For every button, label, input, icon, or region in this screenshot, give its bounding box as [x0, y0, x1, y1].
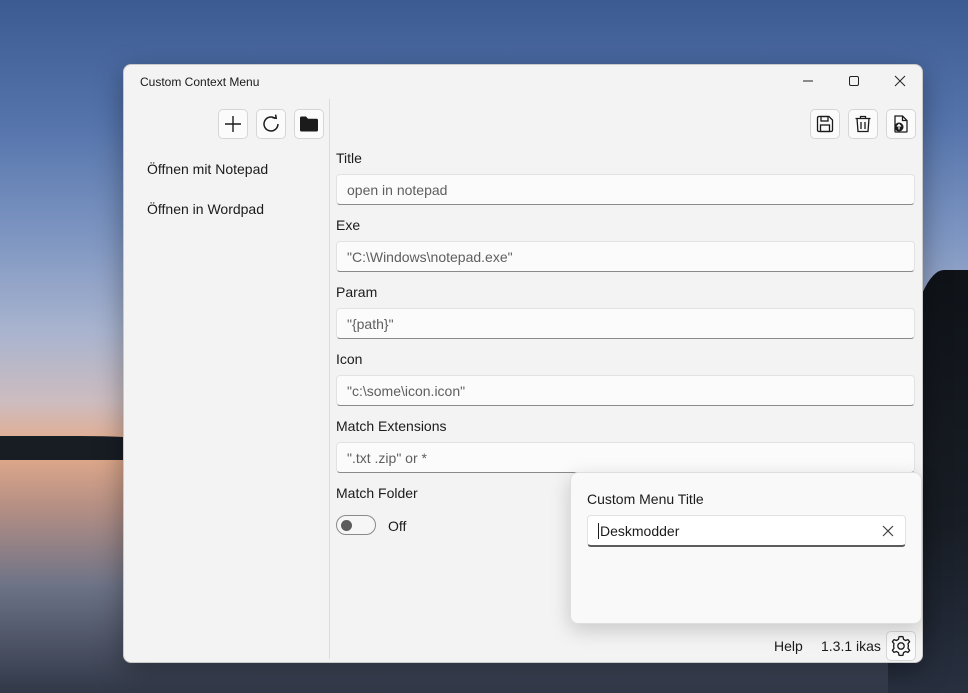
- title-input[interactable]: open in notepad: [336, 174, 915, 205]
- version-text: 1.3.1 ikas: [821, 638, 881, 654]
- param-input[interactable]: "{path}": [336, 308, 915, 339]
- toggle-knob: [341, 520, 352, 531]
- icon-input[interactable]: "c:\some\icon.icon": [336, 375, 915, 406]
- param-label: Param: [336, 284, 378, 300]
- clear-icon[interactable]: [881, 524, 895, 538]
- title-bar[interactable]: Custom Context Menu: [124, 65, 922, 99]
- export-button[interactable]: [886, 109, 916, 139]
- custom-menu-title-flyout: Custom Menu Title Deskmodder: [570, 472, 922, 624]
- refresh-icon: [263, 114, 279, 132]
- match-extensions-input[interactable]: ".txt .zip" or *: [336, 442, 915, 473]
- settings-button[interactable]: [886, 631, 916, 661]
- save-button[interactable]: [810, 109, 840, 139]
- custom-menu-title-label: Custom Menu Title: [587, 491, 704, 507]
- match-folder-toggle[interactable]: [336, 515, 376, 535]
- delete-icon: [855, 115, 871, 133]
- exe-label: Exe: [336, 217, 361, 233]
- match-folder-state: Off: [388, 518, 407, 534]
- minimize-icon: [803, 80, 813, 82]
- maximize-icon: [849, 76, 859, 86]
- icon-label: Icon: [336, 351, 363, 367]
- match-folder-label: Match Folder: [336, 485, 418, 501]
- settings-icon: [891, 635, 911, 657]
- save-icon: [816, 115, 834, 133]
- folder-icon: [300, 116, 318, 132]
- custom-menu-title-input[interactable]: Deskmodder: [587, 515, 906, 547]
- minimize-button[interactable]: [785, 65, 831, 97]
- close-icon: [894, 75, 906, 87]
- help-link[interactable]: Help: [774, 638, 803, 654]
- match-extensions-label: Match Extensions: [336, 418, 447, 434]
- add-icon: [225, 116, 241, 132]
- maximize-button[interactable]: [831, 65, 877, 97]
- window-title: Custom Context Menu: [140, 75, 260, 89]
- sidebar-item-notepad[interactable]: Öffnen mit Notepad: [147, 161, 268, 177]
- exe-input[interactable]: "C:\Windows\notepad.exe": [336, 241, 915, 272]
- title-label: Title: [336, 150, 362, 166]
- export-icon: [894, 115, 908, 133]
- refresh-button[interactable]: [256, 109, 286, 139]
- close-button[interactable]: [877, 65, 922, 97]
- delete-button[interactable]: [848, 109, 878, 139]
- text-caret: [598, 522, 599, 539]
- custom-menu-title-value: Deskmodder: [600, 522, 680, 539]
- sidebar-item-wordpad[interactable]: Öffnen in Wordpad: [147, 201, 264, 217]
- add-button[interactable]: [218, 109, 248, 139]
- open-folder-button[interactable]: [294, 109, 324, 139]
- sidebar: Öffnen mit Notepad Öffnen in Wordpad: [124, 99, 330, 659]
